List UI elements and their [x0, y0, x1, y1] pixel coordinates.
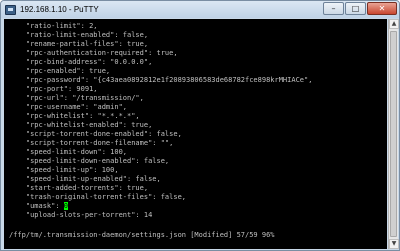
terminal-line: "speed-limit-up-enabled": false,	[9, 175, 161, 183]
terminal-line: "rpc-username": "admin",	[9, 103, 128, 111]
terminal-line: "rpc-whitelist-enabled": true,	[9, 121, 153, 129]
terminal-line: "rpc-password": "{c43aea0892812e1f208938…	[9, 76, 313, 84]
title-bar[interactable]: 192.168.1.10 - PuTTY – □ ✕	[1, 1, 399, 18]
scroll-thumb[interactable]	[390, 31, 397, 237]
putty-icon[interactable]	[5, 4, 16, 15]
scroll-down-arrow-icon[interactable]: ▼	[389, 239, 399, 249]
terminal-line: "speed-limit-down": 100,	[9, 148, 128, 156]
terminal-line: "speed-limit-up": 100,	[9, 166, 119, 174]
terminal-line: "ratio-limit": 2,	[9, 22, 98, 30]
umask-prefix: "umask":	[9, 202, 64, 210]
terminal-line: "rename-partial-files": true,	[9, 40, 149, 48]
terminal-line: "upload-slots-per-torrent": 14	[9, 211, 153, 219]
terminal-line: "rpc-whitelist": "*.*.*.*",	[9, 112, 140, 120]
editor-status-line: /ffp/tm/.transmission-daemon/settings.js…	[9, 231, 275, 239]
vertical-scrollbar[interactable]: ▲ ▼	[388, 19, 399, 249]
close-button[interactable]: ✕	[367, 2, 397, 15]
terminal-line: "rpc-port": 9091,	[9, 85, 98, 93]
terminal-line: "script-torrent-done-enabled": false,	[9, 130, 182, 138]
putty-window: 192.168.1.10 - PuTTY – □ ✕ "ratio-limit"…	[0, 0, 400, 251]
terminal-cursor: 0	[63, 202, 69, 210]
terminal-line: "script-torrent-done-filename": "",	[9, 139, 174, 147]
window-controls: – □ ✕	[323, 2, 397, 15]
terminal-line: "rpc-authentication-required": true,	[9, 49, 178, 57]
minimize-button[interactable]: –	[323, 2, 344, 15]
terminal-area[interactable]: "ratio-limit": 2, "ratio-limit-enabled":…	[4, 19, 387, 249]
scroll-up-arrow-icon[interactable]: ▲	[389, 19, 399, 29]
terminal-line: "start-added-torrents": true,	[9, 184, 149, 192]
window-title: 192.168.1.10 - PuTTY	[20, 5, 99, 14]
terminal-line: "rpc-enabled": true,	[9, 67, 111, 75]
terminal-line: "speed-limit-down-enabled": false,	[9, 157, 170, 165]
terminal-line: "rpc-url": "/transmission/",	[9, 94, 144, 102]
terminal-line-umask: "umask": 0	[9, 202, 69, 211]
terminal-line: "ratio-limit-enabled": false,	[9, 31, 149, 39]
terminal-line: "rpc-bind-address": "0.0.0.0",	[9, 58, 153, 66]
terminal-line: "trash-original-torrent-files": false,	[9, 193, 187, 201]
maximize-button[interactable]: □	[345, 2, 366, 15]
